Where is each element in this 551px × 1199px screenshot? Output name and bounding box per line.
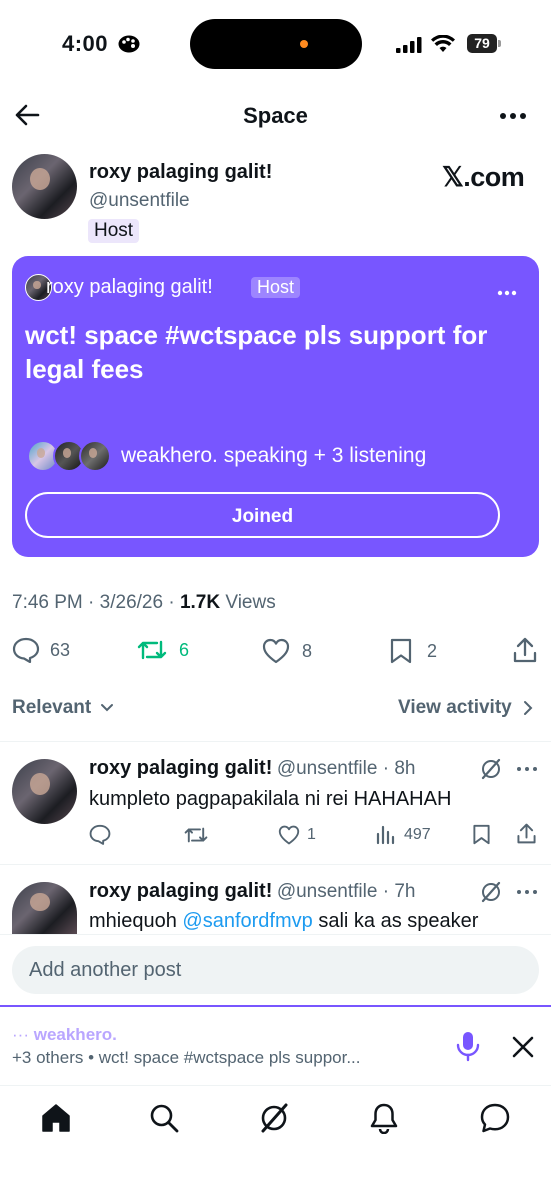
- dynamic-island: [190, 19, 362, 69]
- divider: [0, 1085, 551, 1086]
- post-date: 3/26/26: [99, 592, 164, 613]
- reply-bookmark-icon[interactable]: [472, 824, 491, 845]
- host-name[interactable]: roxy palaging galit!: [89, 161, 272, 184]
- host-badge: Host: [88, 219, 140, 243]
- reply-time: 8h: [394, 758, 416, 779]
- divider: [0, 864, 551, 865]
- reply-more-icon[interactable]: [516, 889, 538, 895]
- x-logo: 𝕏.com: [442, 162, 525, 192]
- views-label: Views: [225, 592, 276, 613]
- signal-icon: [396, 37, 422, 53]
- reply-header: roxy palaging galit! @unsentfile · 8h: [89, 757, 416, 779]
- close-icon[interactable]: [512, 1036, 534, 1058]
- views-count: 1.7K: [179, 592, 221, 613]
- reply-handle[interactable]: @unsentfile: [277, 881, 378, 902]
- reply-header: roxy palaging galit! @unsentfile · 7h: [89, 880, 416, 902]
- chevron-down-icon: [101, 703, 114, 712]
- reply-author[interactable]: roxy palaging galit!: [89, 880, 272, 902]
- recording-indicator: [300, 40, 308, 48]
- status-time: 4:00: [62, 31, 109, 56]
- views-icon: [376, 825, 395, 845]
- bookmark-icon: [390, 638, 412, 664]
- reply-handle[interactable]: @unsentfile: [277, 758, 378, 779]
- reply-button[interactable]: 63: [12, 637, 70, 663]
- page-title: Space: [243, 103, 308, 128]
- heart-icon: [278, 825, 300, 845]
- chevron-right-icon: [524, 700, 533, 715]
- reply-avatar[interactable]: [12, 882, 77, 934]
- nav-notifications-icon[interactable]: [370, 1102, 398, 1134]
- relevant-dropdown[interactable]: Relevant: [12, 697, 114, 719]
- reply-repost-icon[interactable]: [184, 825, 208, 845]
- reply-reply-icon[interactable]: [89, 824, 111, 845]
- nav-home-icon[interactable]: [41, 1103, 71, 1133]
- card-host-badge: Host: [251, 277, 301, 298]
- post-meta: 7:46 PM · 3/26/26 · 1.7K Views: [12, 592, 276, 613]
- bookmark-button[interactable]: 2: [389, 638, 437, 664]
- battery-tip: [498, 40, 501, 47]
- card-host-name: roxy palaging galit!: [46, 276, 213, 298]
- card-more-icon[interactable]: [497, 290, 517, 296]
- reply-like-button[interactable]: 1: [278, 825, 316, 845]
- repost-button[interactable]: 6: [137, 638, 189, 662]
- wifi-icon: [431, 35, 455, 53]
- microphone-icon[interactable]: [456, 1031, 480, 1063]
- reply-views[interactable]: 497: [376, 825, 431, 845]
- repost-icon: [137, 640, 167, 660]
- reply-time: 7h: [394, 881, 416, 902]
- grok-icon[interactable]: [480, 881, 502, 903]
- like-button[interactable]: 8: [262, 638, 312, 664]
- listener-summary: weakhero. speaking + 3 listening: [121, 444, 427, 467]
- listener-avatar-3: [79, 440, 111, 472]
- nav-grok-icon[interactable]: [258, 1102, 290, 1134]
- reply-avatar[interactable]: [12, 759, 77, 824]
- palette-icon: [118, 35, 140, 53]
- mention-link[interactable]: @sanfordfmvp: [182, 910, 312, 932]
- host-avatar[interactable]: [12, 154, 77, 219]
- nav-messages-icon[interactable]: [479, 1102, 511, 1134]
- nav-search-icon[interactable]: [149, 1103, 179, 1133]
- heart-icon: [262, 638, 290, 664]
- dock-speaker[interactable]: ··· weakhero.: [12, 1025, 117, 1045]
- joined-button[interactable]: Joined: [25, 492, 500, 538]
- divider: [0, 741, 551, 742]
- reply-share-icon[interactable]: [516, 822, 537, 845]
- reply-more-icon[interactable]: [516, 766, 538, 772]
- reply-text: mhiequoh @sanfordfmvp sali ka as speaker: [89, 910, 479, 932]
- battery-indicator: 79: [467, 34, 497, 53]
- reply-author[interactable]: roxy palaging galit!: [89, 757, 272, 779]
- host-handle[interactable]: @unsentfile: [89, 190, 190, 212]
- view-activity-link[interactable]: View activity: [398, 697, 533, 719]
- dock-subtitle[interactable]: +3 others • wct! space #wctspace pls sup…: [12, 1048, 361, 1068]
- post-time: 7:46 PM: [12, 592, 83, 613]
- add-post-input[interactable]: Add another post: [12, 946, 539, 994]
- space-dock-divider: [0, 1005, 551, 1007]
- space-title: wct! space #wctspace pls support for leg…: [25, 320, 488, 384]
- reply-text: kumpleto pagpapakilala ni rei HAHAHAH: [89, 788, 452, 810]
- more-options-icon[interactable]: [499, 112, 527, 120]
- share-icon[interactable]: [512, 636, 538, 664]
- reply-icon: [12, 637, 40, 663]
- grok-icon[interactable]: [480, 758, 502, 780]
